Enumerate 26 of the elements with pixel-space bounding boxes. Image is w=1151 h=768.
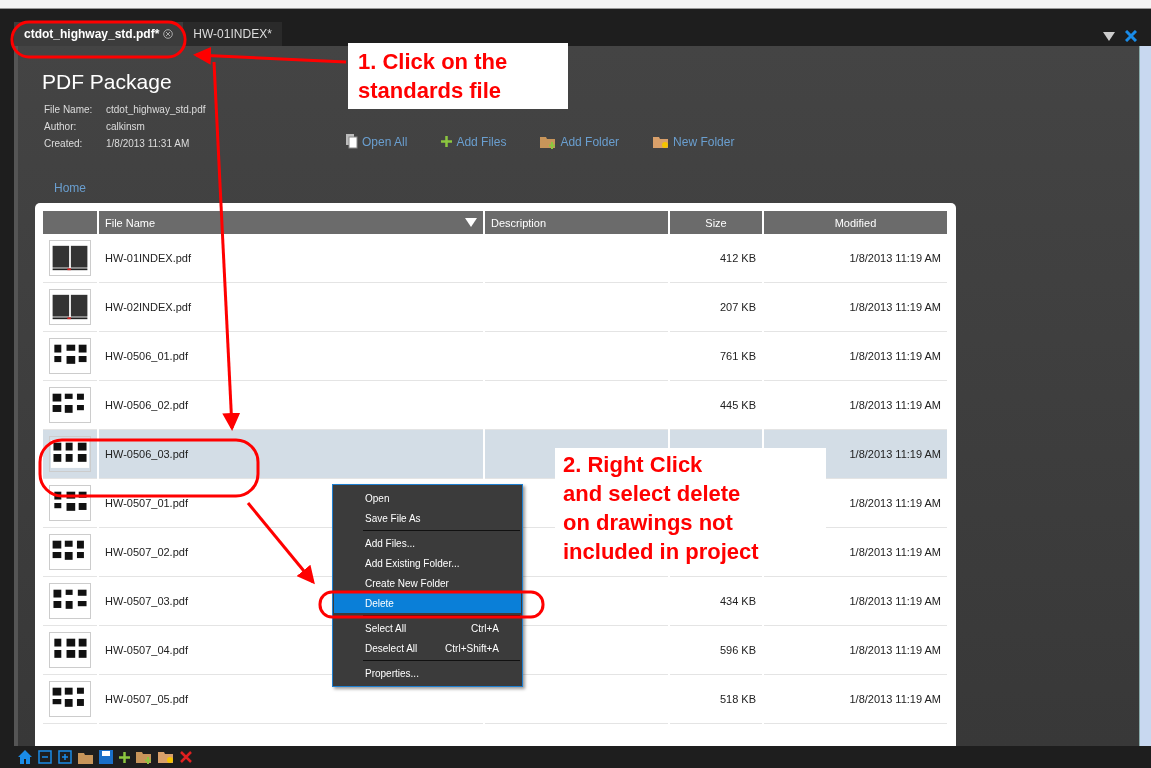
toolbar-link[interactable]: Add Files (441, 134, 507, 149)
column-header[interactable]: Modified (764, 211, 947, 234)
meta-label: Created: (44, 138, 84, 149)
callout-text: standards file (358, 77, 502, 105)
document-tab[interactable]: HW-01INDEX* (183, 22, 282, 46)
file-name-cell[interactable]: HW-0506_03.pdf (99, 430, 483, 479)
package-title: PDF Package (42, 70, 172, 94)
column-header[interactable]: Size (670, 211, 762, 234)
toolbar-link[interactable]: New Folder (653, 134, 735, 149)
column-header[interactable]: File Name (99, 211, 483, 234)
callout-text: 2. Right Click (563, 451, 703, 479)
callout-text: on drawings not (563, 509, 733, 537)
meta-value: calkinsm (106, 121, 146, 132)
menu-item[interactable]: Delete (334, 593, 521, 613)
meta-value: ctdot_highway_std.pdf (106, 104, 207, 115)
meta-label: Author: (44, 121, 78, 132)
toolbar-link[interactable]: Add Folder (540, 134, 620, 149)
breadcrumb-link[interactable]: Home (54, 181, 86, 195)
callout-text: included in project (563, 538, 759, 566)
callout-text: 1. Click on the (358, 48, 508, 76)
toolbar-link[interactable]: Open All (346, 134, 408, 149)
meta-label: File Name: (44, 104, 94, 115)
column-header[interactable]: Description (485, 211, 668, 234)
callout-text: and select delete (563, 480, 741, 508)
meta-value: 1/8/2013 11:31 AM (106, 138, 191, 149)
document-tab[interactable]: ctdot_highway_std.pdf* (14, 22, 184, 46)
